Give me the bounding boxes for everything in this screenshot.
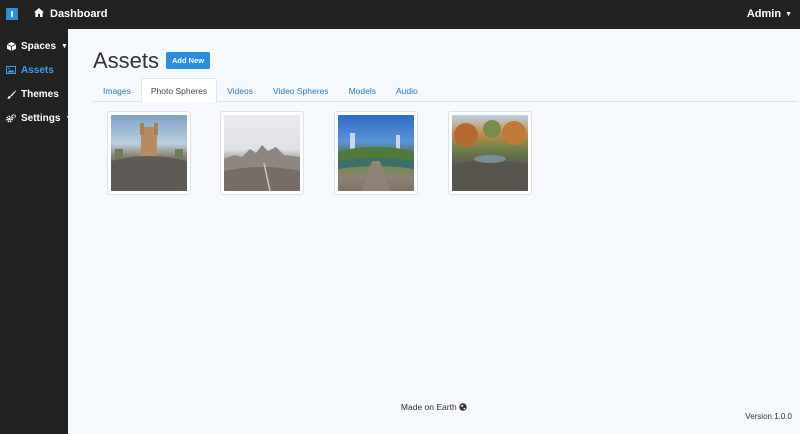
sidebar-item-label: Spaces [21, 40, 57, 52]
add-new-button[interactable]: Add New [166, 52, 211, 69]
asset-tabs: Images Photo Spheres Videos Video Sphere… [93, 78, 798, 103]
version-label: Version 1.0.0 [745, 412, 792, 421]
user-menu-toggle[interactable]: Admin ▼ [747, 8, 792, 20]
dashboard-label: Dashboard [50, 8, 108, 20]
made-on-earth-footer: Made on Earth [68, 402, 800, 412]
tab-photo-spheres[interactable]: Photo Spheres [140, 78, 218, 103]
globe-icon [459, 403, 467, 412]
sidebar-item-label: Settings [21, 112, 61, 124]
tab-images[interactable]: Images [93, 78, 141, 102]
photo-sphere-city [224, 115, 300, 191]
caret-down-icon: ▼ [61, 42, 68, 50]
top-navbar: Dashboard Admin ▼ [0, 0, 800, 29]
asset-thumbnail[interactable] [107, 111, 191, 195]
photo-sphere-garden [338, 115, 414, 191]
main-content: Assets Add New Images Photo Spheres Vide… [68, 29, 800, 434]
tab-videos[interactable]: Videos [217, 78, 263, 102]
asset-thumbnail[interactable] [334, 111, 418, 195]
dashboard-link[interactable]: Dashboard [34, 8, 107, 20]
tab-models[interactable]: Models [339, 78, 386, 102]
asset-thumbnail[interactable] [220, 111, 304, 195]
tab-video-spheres[interactable]: Video Spheres [263, 78, 339, 102]
made-on-earth-text: Made on Earth [400, 402, 457, 412]
sidebar-item-themes[interactable]: Themes [0, 82, 68, 106]
image-icon [6, 66, 16, 74]
page-title: Assets [93, 48, 160, 73]
sidebar-item-settings[interactable]: Settings ▼ [0, 106, 72, 130]
sidebar-item-spaces[interactable]: Spaces ▼ [0, 34, 68, 58]
photo-sphere-cathedral [111, 115, 187, 191]
sidebar-item-label: Themes [21, 88, 59, 100]
tab-audio[interactable]: Audio [386, 78, 428, 102]
logo-mark [11, 11, 13, 17]
user-name: Admin [746, 8, 782, 20]
home-icon [34, 8, 44, 20]
photo-sphere-autumn-garden [452, 115, 528, 191]
sidebar: Spaces ▼ Assets Themes Settings ▼ [0, 29, 72, 434]
cube-icon [6, 41, 16, 51]
brush-icon [6, 90, 16, 99]
caret-down-icon: ▼ [785, 10, 792, 18]
asset-thumbnail[interactable] [448, 111, 532, 195]
sidebar-item-assets[interactable]: Assets [0, 58, 68, 82]
sidebar-item-label: Assets [21, 64, 54, 76]
gears-icon [6, 113, 16, 123]
app-logo[interactable] [6, 8, 18, 20]
